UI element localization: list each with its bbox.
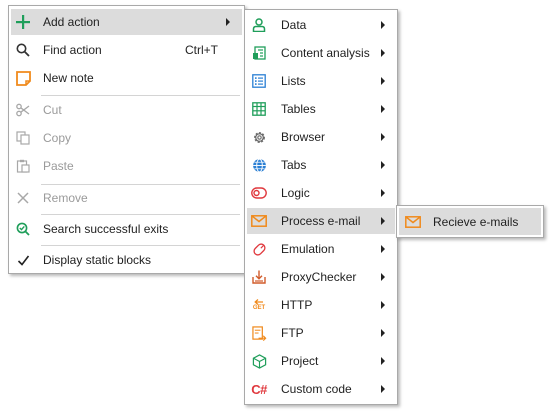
submenu-item-label: Tabs — [281, 158, 307, 172]
menu-item-find-action[interactable]: Find action Ctrl+T — [11, 37, 242, 63]
submenu-item-label: Project — [281, 354, 319, 368]
submenu-arrow-icon — [381, 357, 385, 365]
menu-separator — [41, 95, 240, 96]
submenu-arrow-icon — [381, 329, 385, 337]
process-email-submenu: Recieve e-mails — [396, 205, 544, 238]
submenu-item-label: Process e-mail — [281, 214, 361, 228]
http-get-icon: GET — [251, 297, 267, 313]
submenu-item-browser[interactable]: Browser — [247, 124, 395, 150]
globe-icon — [251, 157, 267, 173]
submenu-item-tables[interactable]: Tables — [247, 96, 395, 122]
list-icon — [251, 73, 267, 89]
person-icon — [251, 17, 267, 33]
submenu-item-label: Emulation — [281, 242, 335, 256]
http-get-label: GET — [252, 304, 266, 311]
menu-item-search-successful-exits[interactable]: Search successful exits — [11, 216, 242, 242]
submenu-arrow-icon — [381, 77, 385, 85]
submenu-item-label: Tables — [281, 102, 316, 116]
submenu-item-label: ProxyChecker — [281, 270, 357, 284]
plus-icon — [15, 14, 31, 30]
submenu-item-content-analysis[interactable]: Content analysis — [247, 40, 395, 66]
search-exits-icon — [15, 221, 31, 237]
submenu-item-tabs[interactable]: Tabs — [247, 152, 395, 178]
submenu-arrow-icon — [381, 301, 385, 309]
menu-separator — [41, 214, 240, 215]
menu-separator — [41, 245, 240, 246]
submenu-item-label: HTTP — [281, 298, 313, 312]
menu-item-label: New note — [43, 71, 94, 85]
submenu-arrow-icon — [381, 245, 385, 253]
menu-item-add-action[interactable]: Add action — [11, 9, 242, 35]
context-menu: Add action Find action Ctrl+T New note C… — [8, 5, 245, 274]
submenu-arrow-icon — [381, 133, 385, 141]
submenu-item-http[interactable]: GET HTTP — [247, 292, 395, 318]
submenu-item-project[interactable]: Project — [247, 348, 395, 374]
magnifier-icon — [15, 42, 31, 58]
submenu-item-emulation[interactable]: Emulation — [247, 236, 395, 262]
submenu-item-recieve-emails[interactable]: Recieve e-mails — [399, 208, 541, 235]
download-box-icon — [251, 269, 267, 285]
submenu-item-label: Browser — [281, 130, 326, 144]
menu-item-label: Cut — [43, 103, 62, 117]
menu-item-copy[interactable]: Copy — [11, 125, 242, 151]
csharp-label: C# — [251, 381, 267, 397]
submenu-item-label: Logic — [281, 186, 310, 200]
menu-item-display-static-blocks[interactable]: Display static blocks — [11, 247, 242, 273]
csharp-icon: C# — [251, 381, 267, 397]
menu-item-label: Copy — [43, 131, 72, 145]
menu-item-cut[interactable]: Cut — [11, 97, 242, 123]
checkmark-icon — [15, 252, 31, 268]
paste-icon — [15, 158, 31, 174]
submenu-arrow-icon — [381, 161, 385, 169]
note-icon — [15, 70, 31, 86]
menu-item-remove[interactable]: Remove — [11, 185, 242, 211]
menu-item-label: Add action — [43, 15, 100, 29]
submenu-arrow-icon — [381, 385, 385, 393]
content-analysis-icon — [251, 45, 267, 61]
submenu-item-custom-code[interactable]: C# Custom code — [247, 376, 395, 402]
close-icon — [15, 190, 31, 206]
submenu-item-logic[interactable]: Logic — [247, 180, 395, 206]
menu-item-label: Search successful exits — [43, 222, 169, 236]
mouse-icon — [251, 241, 267, 257]
submenu-arrow-icon — [226, 18, 230, 26]
submenu-arrow-icon — [381, 21, 385, 29]
submenu-item-data[interactable]: Data — [247, 12, 395, 38]
submenu-arrow-icon — [381, 189, 385, 197]
envelope-icon — [251, 213, 267, 229]
submenu-arrow-icon — [381, 49, 385, 57]
submenu-arrow-icon — [381, 105, 385, 113]
menu-item-paste[interactable]: Paste — [11, 153, 242, 179]
menu-item-label: Display static blocks — [43, 253, 152, 267]
cube-icon — [251, 353, 267, 369]
submenu-item-label: FTP — [281, 326, 304, 340]
submenu-item-proxychecker[interactable]: ProxyChecker — [247, 264, 395, 290]
table-icon — [251, 101, 267, 117]
menu-item-new-note[interactable]: New note — [11, 65, 242, 91]
submenu-item-label: Recieve e-mails — [433, 214, 519, 229]
submenu-arrow-icon — [381, 273, 385, 281]
scissors-icon — [15, 102, 31, 118]
submenu-item-label: Data — [281, 18, 307, 32]
submenu-item-label: Lists — [281, 74, 306, 88]
copy-icon — [15, 130, 31, 146]
submenu-arrow-icon — [381, 217, 385, 225]
ftp-icon — [251, 325, 267, 341]
submenu-item-lists[interactable]: Lists — [247, 68, 395, 94]
menu-item-label: Paste — [43, 159, 74, 173]
gear-icon — [251, 129, 267, 145]
shortcut-label: Ctrl+T — [185, 43, 218, 57]
menu-item-label: Find action — [43, 43, 102, 57]
toggle-icon — [251, 185, 267, 201]
menu-item-label: Remove — [43, 191, 88, 205]
submenu-item-label: Custom code — [281, 382, 352, 396]
submenu-item-ftp[interactable]: FTP — [247, 320, 395, 346]
add-action-submenu: Data Content analysis Lists Tables Brows… — [244, 9, 398, 405]
submenu-item-label: Content analysis — [281, 46, 370, 60]
submenu-item-process-email[interactable]: Process e-mail — [247, 208, 395, 234]
envelope-icon — [405, 214, 421, 230]
